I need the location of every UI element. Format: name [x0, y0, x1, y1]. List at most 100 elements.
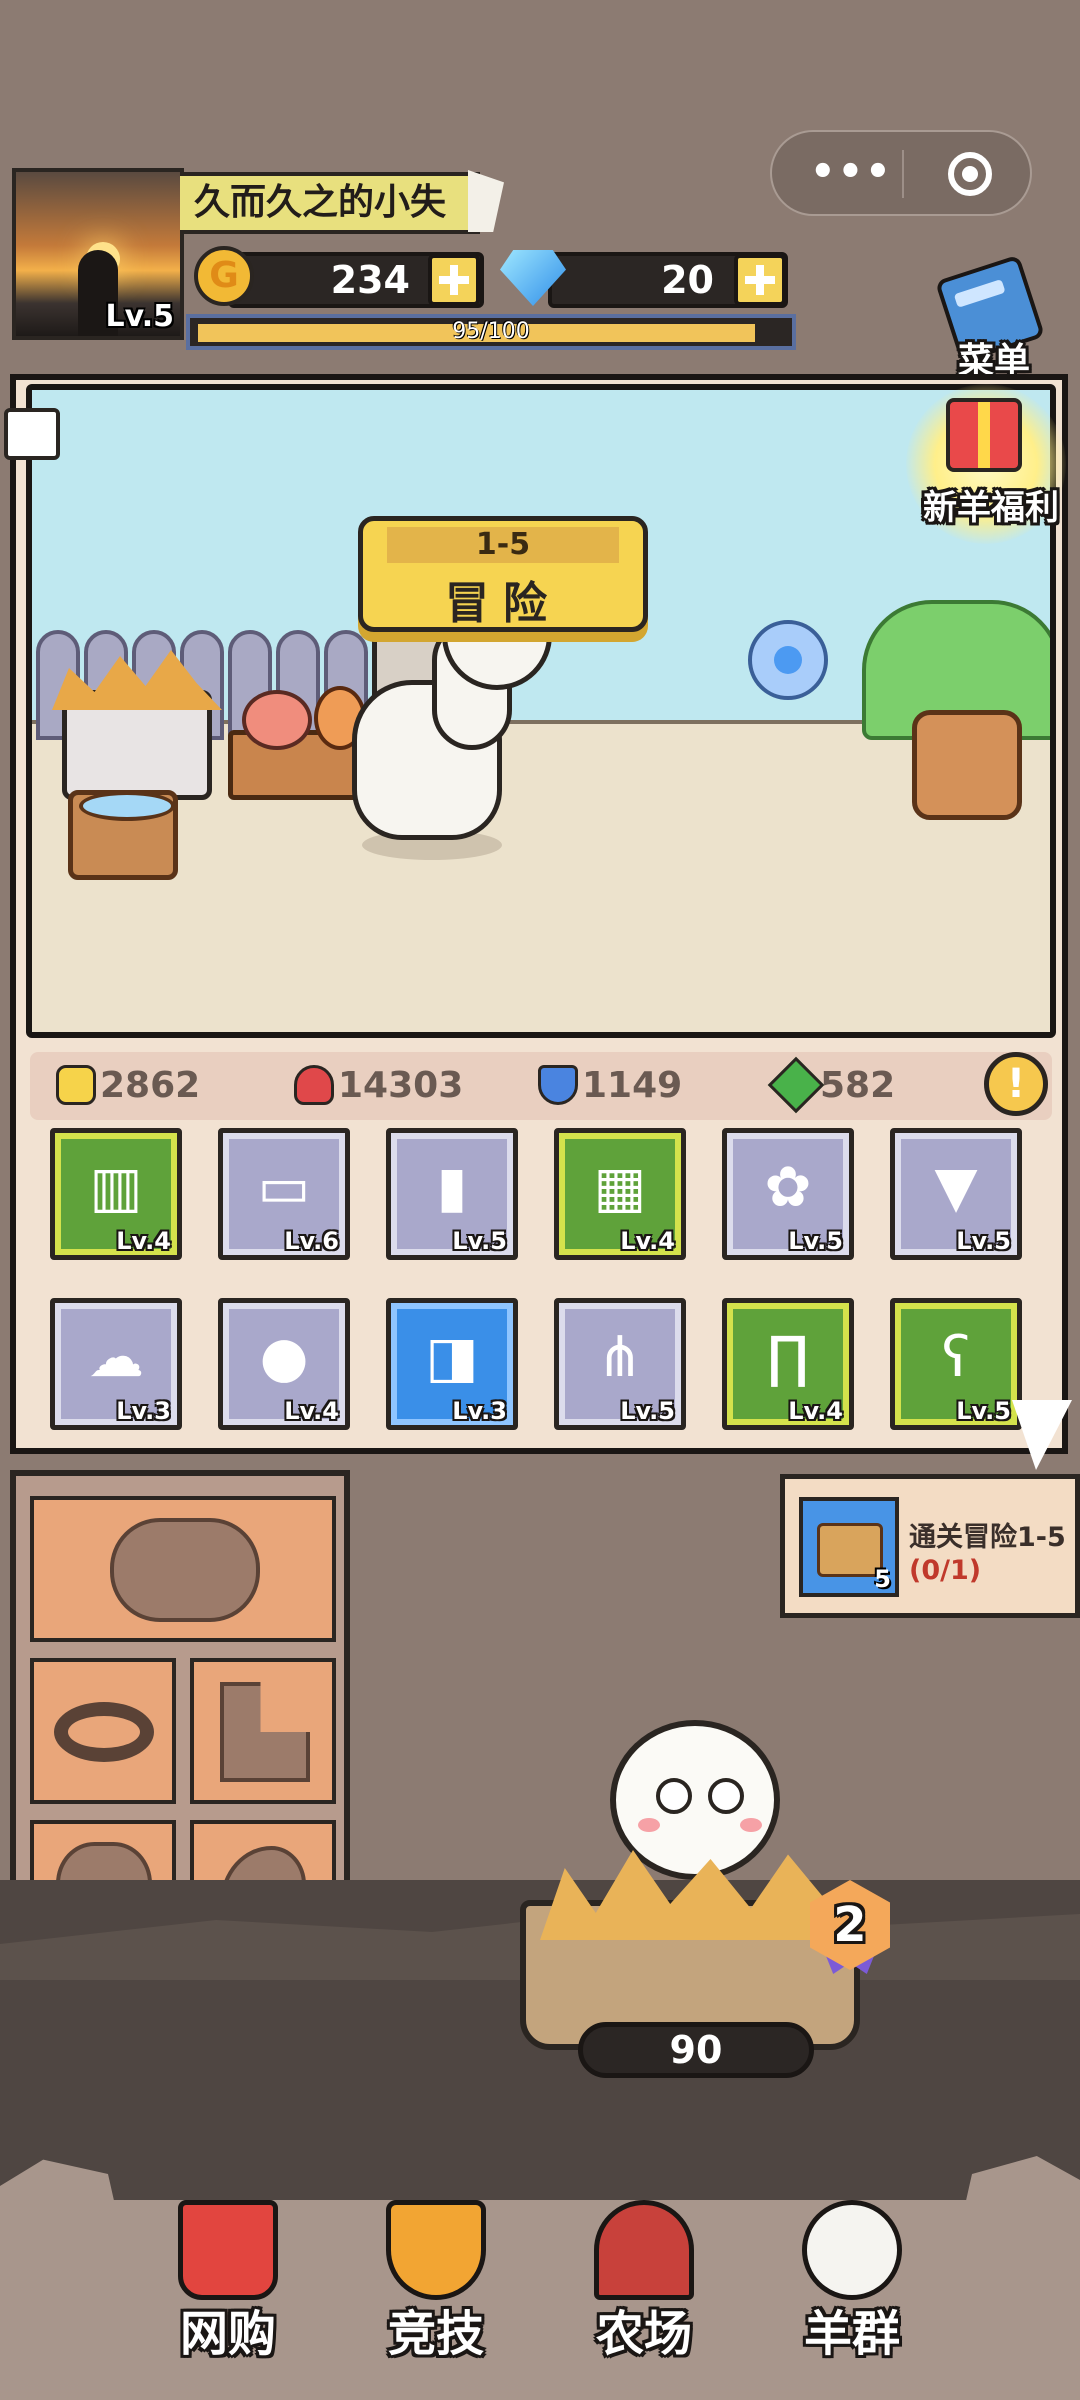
stat-speed: 582	[767, 1052, 896, 1120]
more-dots-icon[interactable]: •••	[810, 152, 893, 192]
bucket-icon: ▥	[89, 1155, 143, 1220]
new-sheep-welfare-label: 新羊福利	[923, 488, 1059, 528]
heart-icon	[294, 1065, 334, 1105]
radish	[242, 690, 312, 750]
target-circle-icon[interactable]	[948, 152, 992, 196]
barn-icon	[594, 2200, 694, 2300]
xp-text: 95/100	[452, 319, 530, 344]
gold-coin-icon: G	[194, 246, 254, 306]
equipment-slot[interactable]: ☁ Lv.3	[50, 1298, 182, 1430]
stat-attack: 2862	[56, 1052, 200, 1120]
sheep-flock-icon	[802, 2200, 902, 2300]
nav-flock-label: 羊群	[803, 2306, 900, 2362]
side-tab[interactable]	[4, 408, 60, 460]
equipment-slot[interactable]: ▦ Lv.4	[554, 1128, 686, 1260]
block-silhouette-icon	[220, 1682, 310, 1782]
shopping-basket-icon	[178, 2200, 278, 2300]
equipment-level: Lv.3	[452, 1397, 507, 1425]
lamb-cheek	[638, 1818, 660, 1832]
equipment-slot[interactable]: ✿ Lv.5	[722, 1128, 854, 1260]
haybale-icon: ▦	[593, 1155, 647, 1220]
nest-timer: 90	[578, 2022, 814, 2078]
equipment-slot[interactable]: ʕ Lv.5	[890, 1298, 1022, 1430]
stats-info-button[interactable]: !	[984, 1052, 1048, 1116]
equipment-level: Lv.5	[788, 1227, 843, 1255]
radish-icon: ●	[259, 1325, 309, 1390]
nav-flock[interactable]: 羊群	[772, 2190, 932, 2362]
crate-icon: ▭	[257, 1155, 311, 1220]
nav-farm[interactable]: 农场	[564, 2190, 724, 2362]
equipment-slot[interactable]: ▼ Lv.5	[890, 1128, 1022, 1260]
add-gems-button[interactable]	[734, 254, 786, 306]
stat-defense: 1149	[538, 1052, 682, 1120]
tree-stump	[912, 710, 1022, 820]
mini-program-capsule: •••	[770, 130, 1032, 216]
stats-bar: 2862 14303 1149 582	[30, 1052, 1052, 1120]
striped-hat-icon: ▼	[934, 1155, 978, 1220]
fence-icon: ∏	[766, 1325, 810, 1390]
ring-silhouette-icon	[54, 1702, 154, 1762]
equipment-slot[interactable]: ∏ Lv.4	[722, 1298, 854, 1430]
speed-value: 582	[820, 1065, 896, 1106]
equipment-level: Lv.4	[620, 1227, 675, 1255]
quest-reward-count: 5	[874, 1565, 891, 1593]
equipment-level: Lv.5	[956, 1227, 1011, 1255]
wool-silhouette-icon	[110, 1518, 260, 1622]
hp-value: 14303	[338, 1065, 464, 1106]
adventure-label: 冒险	[445, 578, 561, 629]
nav-arena-label: 竞技	[387, 2306, 484, 2362]
lamb-cheek	[740, 1818, 762, 1832]
equipment-slot[interactable]: ▮ Lv.5	[386, 1128, 518, 1260]
nav-shop[interactable]: 网购	[148, 2190, 308, 2362]
nav-farm-label: 农场	[595, 2306, 692, 2362]
blue-flower	[748, 620, 828, 700]
add-gold-button[interactable]	[428, 254, 480, 306]
sign-icon: ◨	[425, 1325, 479, 1390]
slot-ring[interactable]	[30, 1658, 176, 1804]
water-barrel	[68, 790, 178, 880]
adventure-button[interactable]: 1-5 冒险	[358, 516, 648, 632]
adventure-stage: 1-5	[387, 527, 619, 563]
lamb-eye	[708, 1778, 744, 1814]
quest-reward-icon: 5	[799, 1497, 899, 1597]
equipment-level: Lv.3	[116, 1397, 171, 1425]
equipment-slot[interactable]: ▥ Lv.4	[50, 1128, 182, 1260]
equipment-level: Lv.6	[284, 1227, 339, 1255]
arrow-up-icon	[767, 1056, 825, 1114]
teddy-bear-icon: ʕ	[941, 1325, 971, 1390]
quest-title: 通关冒险1-5	[909, 1522, 1066, 1553]
equipment-slot[interactable]: ⋔ Lv.5	[554, 1298, 686, 1430]
shield-icon	[538, 1065, 578, 1105]
gift-box-icon	[946, 398, 1022, 472]
nav-arena[interactable]: 竞技	[356, 2190, 516, 2362]
capsule-divider	[902, 150, 904, 198]
quest-progress: (0/1)	[909, 1555, 982, 1586]
slot-body[interactable]	[30, 1496, 336, 1642]
player-level: Lv.5	[105, 299, 175, 334]
nest-level: 2	[833, 1897, 867, 1953]
equipment-slot[interactable]: ● Lv.4	[218, 1298, 350, 1430]
equipment-level: Lv.4	[116, 1227, 171, 1255]
attack-value: 2862	[100, 1065, 201, 1106]
player-name: 久而久之的小失	[180, 172, 480, 234]
bush-icon: ☁	[88, 1325, 144, 1390]
trophy-icon	[386, 2200, 486, 2300]
equipment-level: Lv.5	[620, 1397, 675, 1425]
player-avatar[interactable]: Lv.5	[12, 168, 184, 340]
equipment-level: Lv.4	[284, 1397, 339, 1425]
menu-button[interactable]: 菜单	[934, 254, 1050, 382]
equipment-level: Lv.5	[452, 1227, 507, 1255]
stat-hp: 14303	[294, 1052, 463, 1120]
pitchfork-icon: ⋔	[596, 1325, 644, 1390]
nav-shop-label: 网购	[179, 2306, 276, 2362]
flower-icon: ✿	[764, 1155, 812, 1220]
slot-furniture[interactable]	[190, 1658, 336, 1804]
lamb-eye	[656, 1778, 692, 1814]
new-sheep-welfare-button[interactable]: 新羊福利	[906, 384, 1066, 544]
quest-card[interactable]: 5 通关冒险1-5 (0/1)	[780, 1474, 1080, 1618]
stump-icon: ▮	[436, 1155, 468, 1220]
equipment-slot[interactable]: ◨ Lv.3	[386, 1298, 518, 1430]
equipment-level: Lv.5	[956, 1397, 1011, 1425]
equipment-slot[interactable]: ▭ Lv.6	[218, 1128, 350, 1260]
muscle-icon	[56, 1065, 96, 1105]
